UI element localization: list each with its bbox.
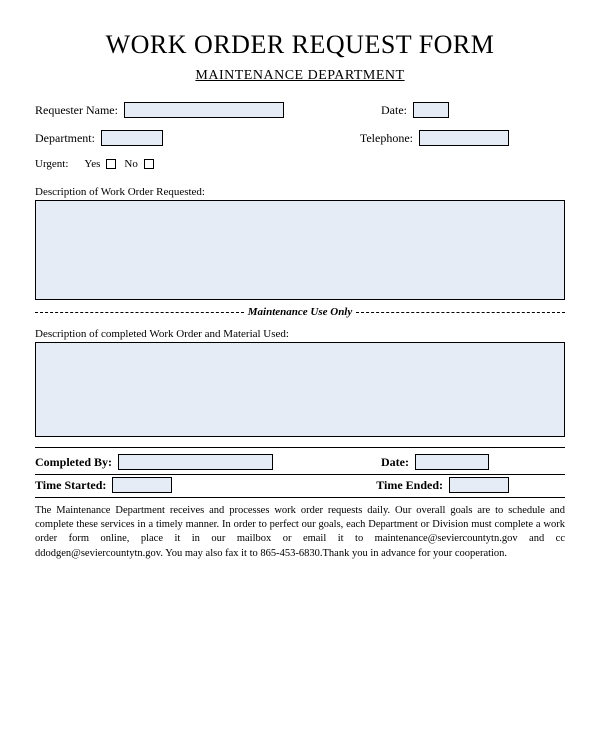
divider-text: Maintenance Use Only xyxy=(244,306,357,318)
time-started-input[interactable] xyxy=(112,477,172,493)
row-completedby-date: Completed By: Date: xyxy=(35,454,565,470)
description-completed-textarea[interactable] xyxy=(35,342,565,437)
yes-label: Yes xyxy=(84,158,100,170)
description-completed-label: Description of completed Work Order and … xyxy=(35,328,565,340)
department-label: Department: xyxy=(35,131,95,146)
date2-input[interactable] xyxy=(415,454,489,470)
date2-label: Date: xyxy=(381,455,409,470)
urgent-yes-checkbox[interactable] xyxy=(106,159,116,169)
telephone-input[interactable] xyxy=(419,130,509,146)
requester-name-input[interactable] xyxy=(124,102,284,118)
time-ended-input[interactable] xyxy=(449,477,509,493)
no-label: No xyxy=(124,158,137,170)
date-input[interactable] xyxy=(413,102,449,118)
completed-by-input[interactable] xyxy=(118,454,273,470)
time-started-label: Time Started: xyxy=(35,478,106,493)
department-input[interactable] xyxy=(101,130,163,146)
maintenance-divider: Maintenance Use Only xyxy=(35,306,565,318)
row-department-telephone: Department: Telephone: xyxy=(35,130,565,146)
row-times: Time Started: Time Ended: xyxy=(35,477,565,493)
form-subtitle: MAINTENANCE DEPARTMENT xyxy=(35,68,565,84)
urgent-label: Urgent: xyxy=(35,158,68,170)
footer-text: The Maintenance Department receives and … xyxy=(35,504,565,561)
description-requested-label: Description of Work Order Requested: xyxy=(35,186,565,198)
description-requested-textarea[interactable] xyxy=(35,200,565,300)
time-ended-label: Time Ended: xyxy=(376,478,443,493)
date-label: Date: xyxy=(381,103,407,118)
completed-by-label: Completed By: xyxy=(35,455,112,470)
urgent-no-checkbox[interactable] xyxy=(144,159,154,169)
row-requester-date: Requester Name: Date: xyxy=(35,102,565,118)
row-urgent: Urgent: Yes No xyxy=(35,158,565,170)
telephone-label: Telephone: xyxy=(360,131,413,146)
form-title: WORK ORDER REQUEST FORM xyxy=(35,30,565,60)
requester-name-label: Requester Name: xyxy=(35,103,118,118)
